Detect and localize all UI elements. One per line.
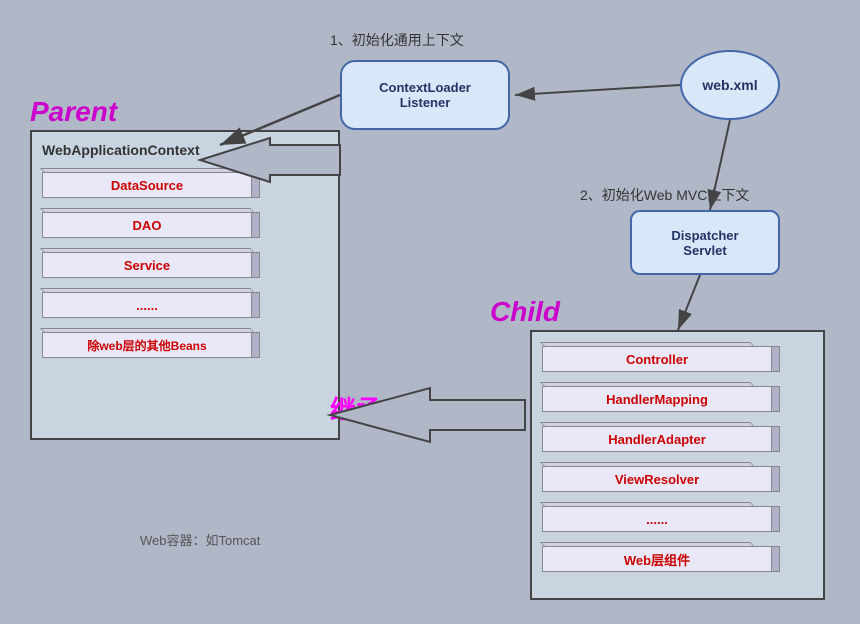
list-item: Service (42, 248, 328, 280)
context-loader-box: ContextLoader Listener (340, 60, 510, 130)
web-layer-label: Web层组件 (542, 546, 772, 572)
step2-annotation: 2、初始化Web MVC上下文 (580, 185, 749, 205)
ellipsis-label: ...... (42, 292, 252, 318)
web-container-text: Web容器：如Tomcat (140, 530, 260, 549)
inheritance-text: 继承 (330, 390, 382, 427)
dispatcher-servlet-box: Dispatcher Servlet (630, 210, 780, 275)
list-item: DAO (42, 208, 328, 240)
webapp-context-label: WebApplicationContext (42, 142, 328, 158)
list-item: HandlerMapping (542, 382, 813, 414)
parent-label: Parent (30, 96, 117, 128)
service-label: Service (42, 252, 252, 278)
dispatcher-line2: Servlet (683, 243, 726, 258)
handler-adapter-label: HandlerAdapter (542, 426, 772, 452)
dao-label: DAO (42, 212, 252, 238)
webxml-oval: web.xml (680, 50, 780, 120)
handler-mapping-label: HandlerMapping (542, 386, 772, 412)
step1-annotation: 1、初始化通用上下文 (330, 30, 464, 50)
child-ellipsis-label: ...... (542, 506, 772, 532)
datasource-label: DataSource (42, 172, 252, 198)
list-item: ...... (542, 502, 813, 534)
list-item: DataSource (42, 168, 328, 200)
child-container: Controller HandlerMapping HandlerAdapter… (530, 330, 825, 600)
context-loader-line1: ContextLoader (379, 80, 471, 95)
parent-container: WebApplicationContext DataSource DAO Ser… (30, 130, 340, 440)
list-item: Controller (542, 342, 813, 374)
controller-label: Controller (542, 346, 772, 372)
child-label: Child (490, 296, 560, 328)
dispatcher-line1: Dispatcher (671, 228, 738, 243)
other-beans-label: 除web层的其他Beans (42, 332, 252, 358)
list-item: ViewResolver (542, 462, 813, 494)
list-item: HandlerAdapter (542, 422, 813, 454)
view-resolver-label: ViewResolver (542, 466, 772, 492)
list-item: ...... (42, 288, 328, 320)
list-item: Web层组件 (542, 542, 813, 574)
list-item: 除web层的其他Beans (42, 328, 328, 360)
webxml-label: web.xml (702, 77, 757, 93)
context-loader-line2: Listener (400, 95, 451, 110)
